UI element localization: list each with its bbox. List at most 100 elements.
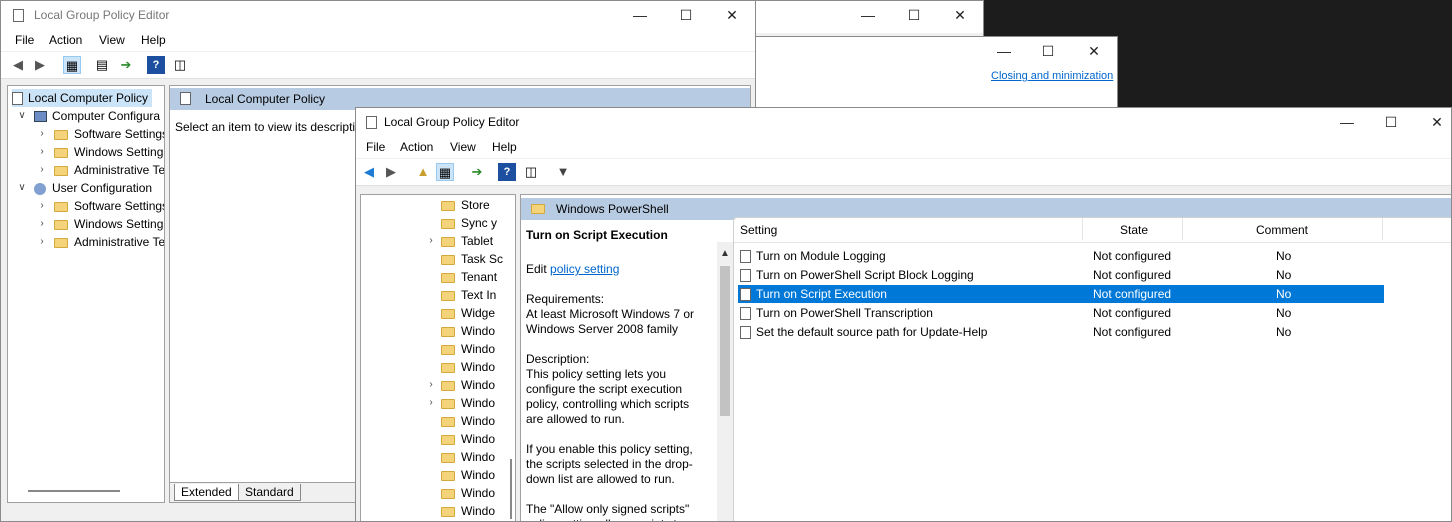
tree-item-windows[interactable]: Windo (441, 376, 495, 394)
tree-item-windows[interactable]: Windo (441, 448, 495, 466)
scroll-thumb[interactable] (720, 266, 730, 416)
chevron-right-icon[interactable]: › (36, 128, 48, 139)
maximize-icon[interactable]: ☐ (891, 1, 937, 29)
tree-item-windows[interactable]: Windo (441, 484, 495, 502)
view-icon[interactable]: ◫ (171, 56, 189, 74)
edit-policy-link[interactable]: policy setting (550, 262, 619, 276)
closing-minimization-link[interactable]: Closing and minimization (991, 70, 1113, 82)
back-arrow-icon[interactable]: ◀ (360, 163, 378, 181)
table-row[interactable]: Set the default source path for Update-H… (738, 323, 1384, 341)
scroll-up-icon[interactable]: ▲ (720, 248, 730, 259)
show-tree-icon[interactable]: ▦ (436, 163, 454, 181)
menu-help[interactable]: Help (492, 140, 517, 154)
column-setting[interactable]: Setting (740, 223, 777, 237)
description-scrollbar[interactable]: ▲ (717, 242, 733, 521)
requirements-label: Requirements: (526, 292, 605, 306)
tree-pane: Store Sync y › Tablet Task Sc Tenant Tex… (360, 194, 516, 521)
menu-file[interactable]: File (366, 140, 385, 154)
chevron-down-icon[interactable]: ∨ (16, 110, 28, 121)
minimize-icon[interactable]: — (981, 37, 1027, 65)
maximize-icon[interactable]: ☐ (663, 1, 709, 29)
chevron-right-icon[interactable]: › (36, 236, 48, 247)
setting-icon (740, 269, 751, 282)
up-folder-icon[interactable]: ▲ (414, 163, 432, 181)
minimize-icon[interactable]: — (617, 1, 663, 29)
tree-item-windows[interactable]: Windo (441, 340, 495, 358)
menu-action[interactable]: Action (400, 140, 433, 154)
tree-item-text-input[interactable]: Text In (441, 286, 496, 304)
close-icon[interactable]: ✕ (937, 1, 983, 29)
tree-item-windows[interactable]: Windo (441, 502, 495, 520)
tree-item-windows-settings[interactable]: Windows Setting (54, 143, 163, 161)
tree-item-windows[interactable]: Windo (441, 430, 495, 448)
menu-action[interactable]: Action (49, 33, 82, 47)
table-row[interactable]: Turn on PowerShell Script Block Logging … (738, 266, 1384, 284)
show-tree-icon[interactable]: ▦ (63, 56, 81, 74)
tree-item-windows[interactable]: Windo (441, 412, 495, 430)
maximize-icon[interactable]: ☐ (1368, 108, 1414, 136)
menu-file[interactable]: File (15, 33, 34, 47)
tree-item-windows[interactable]: Windo (441, 466, 495, 484)
horizontal-scrollbar[interactable] (28, 490, 120, 492)
folder-icon (441, 398, 455, 409)
close-icon[interactable]: ✕ (709, 1, 755, 29)
chevron-right-icon[interactable]: › (36, 146, 48, 157)
tree-item-user-administrative-templates[interactable]: Administrative Te (54, 233, 164, 251)
export-list-icon[interactable]: ➔ (117, 56, 135, 74)
table-row[interactable]: Turn on Module Logging Not configured No (738, 247, 1384, 265)
tree-item-local-computer-policy[interactable]: Local Computer Policy (12, 89, 153, 107)
view-icon[interactable]: ◫ (522, 163, 540, 181)
tree-item-software-settings[interactable]: Software Settings (54, 125, 164, 143)
filter-icon[interactable]: ▼ (554, 163, 572, 181)
forward-arrow-icon[interactable]: ▶ (31, 56, 49, 74)
tree-item-store[interactable]: Store (441, 196, 490, 214)
tree-item-windows[interactable]: Windo (441, 394, 495, 412)
menu-view[interactable]: View (450, 140, 476, 154)
tree-item-task-scheduler[interactable]: Task Sc (441, 250, 503, 268)
chevron-down-icon[interactable]: ∨ (16, 182, 28, 193)
close-icon[interactable]: ✕ (1071, 37, 1117, 65)
table-row[interactable]: Turn on PowerShell Transcription Not con… (738, 304, 1384, 322)
column-divider (1082, 218, 1083, 240)
enable-text: If you enable this policy setting, the s… (526, 442, 693, 486)
folder-icon (441, 488, 455, 499)
help-icon[interactable]: ? (147, 56, 165, 74)
description-label: Description: (526, 352, 590, 366)
tree-item-user-configuration[interactable]: User Configuration (34, 179, 152, 197)
tree-item-computer-configuration[interactable]: Computer Configura (34, 107, 160, 125)
menu-view[interactable]: View (99, 33, 125, 47)
back-arrow-icon[interactable]: ◀ (9, 56, 27, 74)
column-comment[interactable]: Comment (1256, 223, 1308, 237)
tree-item-windows[interactable]: Windo (441, 358, 495, 376)
tree-item-widgets[interactable]: Widge (441, 304, 495, 322)
export-list-icon[interactable]: ➔ (468, 163, 486, 181)
maximize-icon[interactable]: ☐ (1025, 37, 1071, 65)
tree-item-tenant[interactable]: Tenant (441, 268, 497, 286)
chevron-right-icon[interactable]: › (425, 379, 437, 390)
chevron-right-icon[interactable]: › (425, 235, 437, 246)
properties-icon[interactable]: ▤ (93, 56, 111, 74)
menu-help[interactable]: Help (141, 33, 166, 47)
tab-standard[interactable]: Standard (238, 484, 301, 501)
help-icon[interactable]: ? (498, 163, 516, 181)
chevron-right-icon[interactable]: › (36, 200, 48, 211)
tab-extended[interactable]: Extended (174, 484, 239, 501)
tree-item-user-software-settings[interactable]: Software Settings (54, 197, 164, 215)
tree-item-windows[interactable]: Windo (441, 322, 495, 340)
close-icon[interactable]: ✕ (1414, 108, 1451, 136)
tree-item-tablet[interactable]: Tablet (441, 232, 493, 250)
vertical-scrollbar[interactable] (510, 459, 512, 519)
chevron-right-icon[interactable]: › (36, 164, 48, 175)
column-state[interactable]: State (1120, 223, 1148, 237)
folder-icon (441, 470, 455, 481)
chevron-right-icon[interactable]: › (425, 397, 437, 408)
minimize-icon[interactable]: — (1324, 108, 1370, 136)
tree-item-administrative-templates[interactable]: Administrative Te (54, 161, 164, 179)
table-row-selected[interactable]: Turn on Script Execution Not configured … (738, 285, 1384, 303)
description-panel: Turn on Script Execution Edit policy set… (521, 220, 733, 521)
forward-arrow-icon[interactable]: ▶ (382, 163, 400, 181)
tree-item-sync[interactable]: Sync y (441, 214, 497, 232)
tree-item-user-windows-settings[interactable]: Windows Setting (54, 215, 163, 233)
chevron-right-icon[interactable]: › (36, 218, 48, 229)
minimize-icon[interactable]: — (845, 1, 891, 29)
